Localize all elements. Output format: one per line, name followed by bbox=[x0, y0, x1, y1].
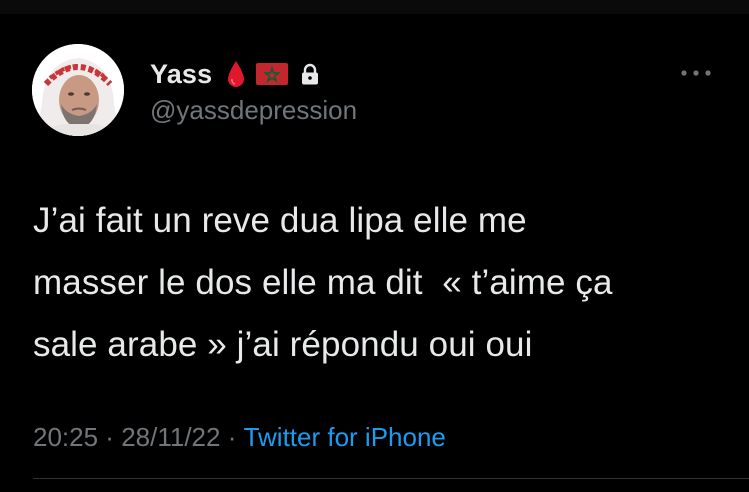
tweet-date[interactable]: 28/11/22 bbox=[121, 422, 220, 453]
divider bbox=[33, 478, 749, 479]
top-strip bbox=[0, 0, 749, 14]
avatar[interactable] bbox=[32, 44, 124, 136]
blood-drop-icon bbox=[226, 60, 246, 88]
morocco-flag-icon bbox=[256, 63, 289, 85]
tweet-screenshot: Yass @yassdepression J’ai fait un reve d… bbox=[0, 0, 749, 492]
author-handle[interactable]: @yassdepression bbox=[150, 94, 357, 126]
meta-separator: · bbox=[220, 421, 244, 452]
more-options-button[interactable] bbox=[676, 60, 716, 86]
tweet-metadata: 20:25 · 28/11/22 · Twitter for iPhone bbox=[33, 420, 446, 454]
more-dots-icon bbox=[681, 70, 711, 76]
avatar-image bbox=[32, 44, 124, 136]
author-name-row[interactable]: Yass bbox=[150, 58, 320, 90]
tweet-text: J’ai fait un reve dua lipa elle me masse… bbox=[33, 201, 613, 364]
author-display-name[interactable]: Yass bbox=[150, 59, 212, 90]
meta-separator: · bbox=[98, 421, 122, 452]
tweet-time[interactable]: 20:25 bbox=[33, 422, 98, 453]
tweet-source-link[interactable]: Twitter for iPhone bbox=[244, 422, 446, 453]
lock-icon bbox=[300, 63, 320, 85]
